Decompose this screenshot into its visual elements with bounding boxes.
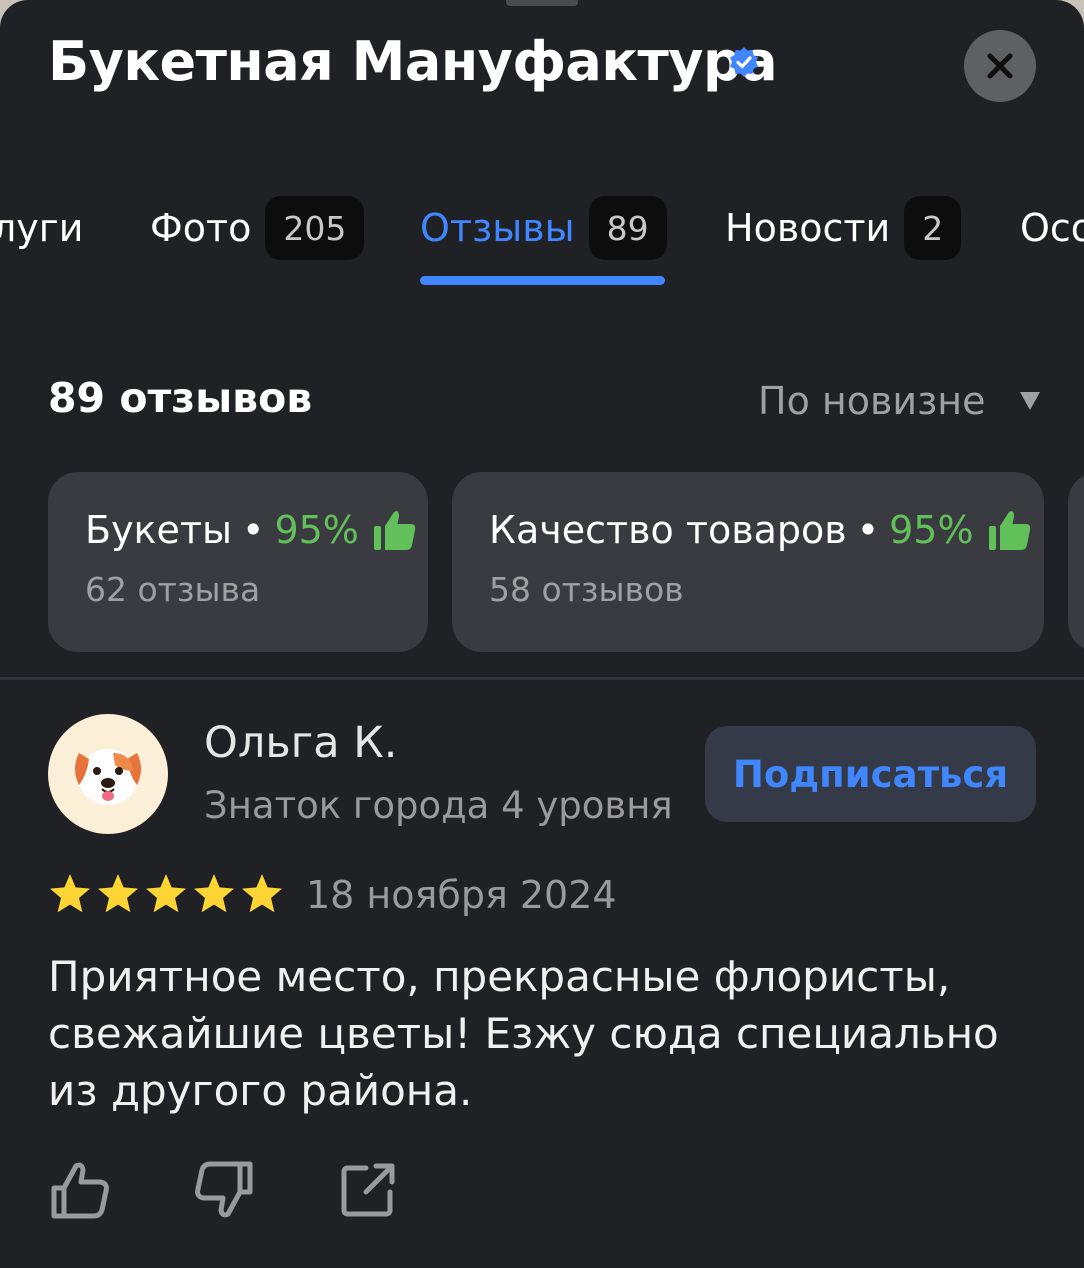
aspect-percent: 95% (274, 508, 359, 552)
dog-emoji-avatar[interactable] (48, 714, 168, 834)
tab-count-badge: 89 (588, 196, 667, 260)
tab-photos[interactable]: Фото 205 (150, 196, 365, 260)
tab-services[interactable]: луги (0, 196, 83, 260)
star-icon (242, 874, 282, 913)
tab-features[interactable]: Осо (1020, 196, 1084, 260)
aspect-review-count: 62 отзыва (85, 570, 261, 609)
aspect-card-quality[interactable]: Качество товаров • 95% 58 отзывов (452, 472, 1044, 652)
thumbs-up-icon (373, 511, 416, 550)
review-text: Приятное место, прекрасные флористы, све… (48, 952, 999, 1115)
dropdown-arrow-icon (1019, 392, 1040, 410)
star-icon (146, 874, 186, 913)
aspect-review-count: 58 отзывов (489, 570, 684, 609)
tab-label: Фото (150, 206, 252, 250)
dislike-icon[interactable] (192, 1158, 256, 1222)
dog-face-icon (75, 749, 141, 805)
tab-news[interactable]: Новости 2 (725, 196, 962, 260)
aspect-card-next[interactable] (1068, 472, 1084, 652)
tab-label: луги (0, 206, 84, 250)
tab-label: Отзывы (420, 206, 575, 250)
star-icon (50, 874, 90, 913)
aspect-card-bouquets[interactable]: Букеты • 95% 62 отзыва (48, 472, 428, 652)
star-icon (98, 874, 138, 913)
verified-check-icon (730, 47, 758, 77)
review-author-name[interactable]: Ольга К. (204, 718, 397, 768)
aspect-name: Букеты (85, 508, 233, 552)
rating-stars (48, 872, 284, 916)
review-author-level: Знаток города 4 уровня (204, 784, 673, 827)
review-date: 18 ноября 2024 (306, 873, 617, 917)
organization-sheet: Букетная Мануфактура луги Фото 205 Отзыв… (0, 0, 1084, 1268)
sort-dropdown[interactable]: По новизне (758, 376, 1040, 426)
aspect-percent: 95% (889, 508, 974, 552)
reviews-count-heading: 89 отзывов (48, 374, 313, 422)
sheet-grabber[interactable] (506, 0, 578, 6)
share-icon[interactable] (336, 1158, 400, 1222)
tab-reviews[interactable]: Отзывы 89 (420, 196, 667, 260)
sort-label: По новизне (758, 379, 986, 423)
close-icon (987, 53, 1013, 79)
like-icon[interactable] (48, 1158, 112, 1222)
tab-label: Осо (1020, 206, 1084, 250)
page-title: Букетная Мануфактура (48, 30, 778, 93)
aspect-separator: • (856, 508, 880, 552)
tab-count-badge: 2 (904, 196, 962, 260)
close-button[interactable] (964, 30, 1036, 102)
tab-label: Новости (725, 206, 891, 250)
tab-bar: луги Фото 205 Отзывы 89 Новости 2 Осо (0, 196, 1084, 292)
active-tab-indicator (420, 276, 665, 285)
star-icon (194, 874, 234, 913)
tab-count-badge: 205 (265, 196, 365, 260)
section-divider (0, 677, 1084, 680)
aspect-separator: • (242, 508, 265, 552)
thumbs-up-icon (988, 511, 1030, 550)
subscribe-button[interactable]: Подписаться (705, 726, 1036, 822)
aspect-name: Качество товаров (489, 508, 847, 552)
